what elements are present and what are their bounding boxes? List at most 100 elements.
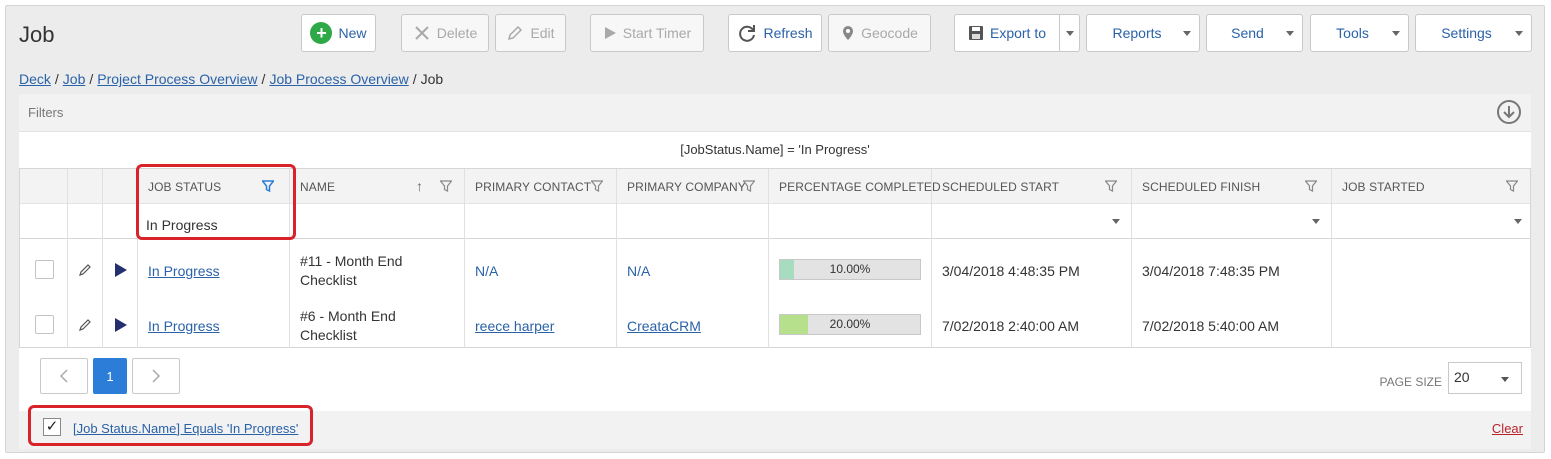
arrow-down-circle-icon[interactable] [1497,100,1521,124]
breadcrumb-link-deck[interactable]: Deck [19,71,51,87]
map-pin-icon [843,26,854,40]
page-title: Job [19,22,55,47]
job-status-link[interactable]: In Progress [148,262,220,281]
new-button-label: New [338,25,367,41]
job-name-line2: Checklist [300,272,357,288]
tools-button-label: Tools [1336,25,1369,41]
pencil-icon [508,25,523,41]
breadcrumb-separator: / [89,71,94,87]
previous-page-button[interactable] [40,358,88,394]
scheduled-finish-value: 7/02/2018 5:40:00 AM [1142,318,1279,334]
chevron-right-icon [152,369,161,383]
filter-icon[interactable] [440,180,452,192]
save-disk-icon [968,26,983,40]
scheduled-start-value: 3/04/2018 4:48:35 PM [942,263,1080,279]
row-select-checkbox[interactable] [35,260,54,279]
column-header-percentage-completed[interactable]: PERCENTAGE COMPLETED [779,180,941,194]
sort-ascending-icon[interactable]: ↑ [416,178,423,194]
play-icon [604,27,616,39]
filters-panel-header[interactable]: Filters [19,94,1531,132]
refresh-button-label: Refresh [763,25,813,41]
breadcrumb-link-project-process-overview[interactable]: Project Process Overview [97,71,257,87]
job-status-link[interactable]: In Progress [148,317,220,336]
pencil-icon[interactable] [78,263,92,277]
breadcrumb-current: Job [420,71,444,87]
primary-company-link[interactable]: CreataCRM [627,317,701,336]
scheduled-finish-value: 3/04/2018 7:48:35 PM [1142,263,1280,279]
column-header-name[interactable]: NAME [300,180,335,194]
primary-contact-link[interactable]: reece harper [475,317,554,336]
progress-bar: 10.00% [779,259,921,280]
x-icon [415,26,429,40]
edit-button[interactable]: Edit [495,14,566,52]
delete-button[interactable]: Delete [401,14,489,52]
app-window: Job + New Delete Edit Start Timer Refres… [5,5,1545,453]
scheduled-start-filter-dropdown[interactable] [1112,219,1120,224]
refresh-button[interactable]: Refresh [728,14,822,52]
breadcrumb-link-job[interactable]: Job [63,71,86,87]
send-button[interactable]: Send [1206,14,1303,52]
progress-fill [780,315,808,334]
start-timer-button[interactable]: Start Timer [590,14,704,52]
export-to-button[interactable]: Export to [954,14,1060,52]
send-button-label: Send [1231,25,1264,41]
page-size-select[interactable]: 20 [1448,362,1522,394]
settings-button-label: Settings [1441,25,1492,41]
filter-icon[interactable] [1105,180,1117,192]
breadcrumb-separator: / [261,71,266,87]
scheduled-start-value: 7/02/2018 2:40:00 AM [942,318,1079,334]
geocode-button[interactable]: Geocode [828,14,931,52]
geocode-button-label: Geocode [861,25,918,41]
primary-company-value: N/A [627,263,651,279]
breadcrumb: Deck / Job / Project Process Overview / Job Pr… [19,71,443,87]
progress-text: 10.00% [829,262,871,276]
edit-button-label: Edit [530,25,555,41]
job-name-line1: #6 - Month End [300,308,396,324]
next-page-button[interactable] [132,358,180,394]
scheduled-finish-filter-dropdown[interactable] [1312,219,1320,224]
highlight-box-filter-footer [28,405,313,446]
page-button-1[interactable]: 1 [93,358,127,394]
clear-filter-link[interactable]: Clear [1492,421,1523,436]
row-select-checkbox[interactable] [35,315,54,334]
filter-icon[interactable] [591,180,603,192]
column-header-job-started[interactable]: JOB STARTED [1342,180,1425,194]
chevron-left-icon [59,369,68,383]
column-header-primary-company[interactable]: PRIMARY COMPANY [627,180,746,194]
pager: 1 PAGE SIZE 20 [19,348,1531,411]
progress-bar: 20.00% [779,314,921,335]
chevron-down-icon [1392,31,1400,36]
job-name-line2: Checklist [300,327,357,343]
reports-button-label: Reports [1112,25,1162,41]
export-to-dropdown-toggle[interactable] [1060,14,1080,52]
highlight-box-job-status-filter [136,164,296,240]
column-header-primary-contact[interactable]: PRIMARY CONTACT [475,180,591,194]
tools-button[interactable]: Tools [1310,14,1409,52]
breadcrumb-separator: / [54,71,59,87]
page-size-label: PAGE SIZE [1379,375,1442,389]
export-to-button-label: Export to [989,25,1047,41]
pencil-icon[interactable] [78,318,92,332]
refresh-icon [739,25,756,42]
start-timer-button-label: Start Timer [622,25,692,41]
progress-fill [780,260,794,279]
breadcrumb-link-job-process-overview[interactable]: Job Process Overview [269,71,408,87]
breadcrumb-separator: / [412,71,417,87]
progress-text: 20.00% [829,317,871,331]
plus-circle-icon: + [310,22,333,44]
play-icon[interactable] [115,318,127,332]
primary-contact-value: N/A [475,263,499,279]
new-button[interactable]: + New [301,14,376,52]
reports-button[interactable]: Reports [1086,14,1200,52]
column-header-scheduled-start[interactable]: SCHEDULED START [942,180,1059,194]
delete-button-label: Delete [436,25,478,41]
play-icon[interactable] [115,263,127,277]
job-started-filter-dropdown[interactable] [1514,219,1522,224]
filter-icon[interactable] [1305,180,1317,192]
filter-icon[interactable] [743,180,755,192]
chevron-down-icon [1515,31,1523,36]
column-header-scheduled-finish[interactable]: SCHEDULED FINISH [1142,180,1260,194]
filter-icon[interactable] [1506,180,1518,192]
page-size-value: 20 [1454,369,1470,385]
settings-button[interactable]: Settings [1415,14,1532,52]
